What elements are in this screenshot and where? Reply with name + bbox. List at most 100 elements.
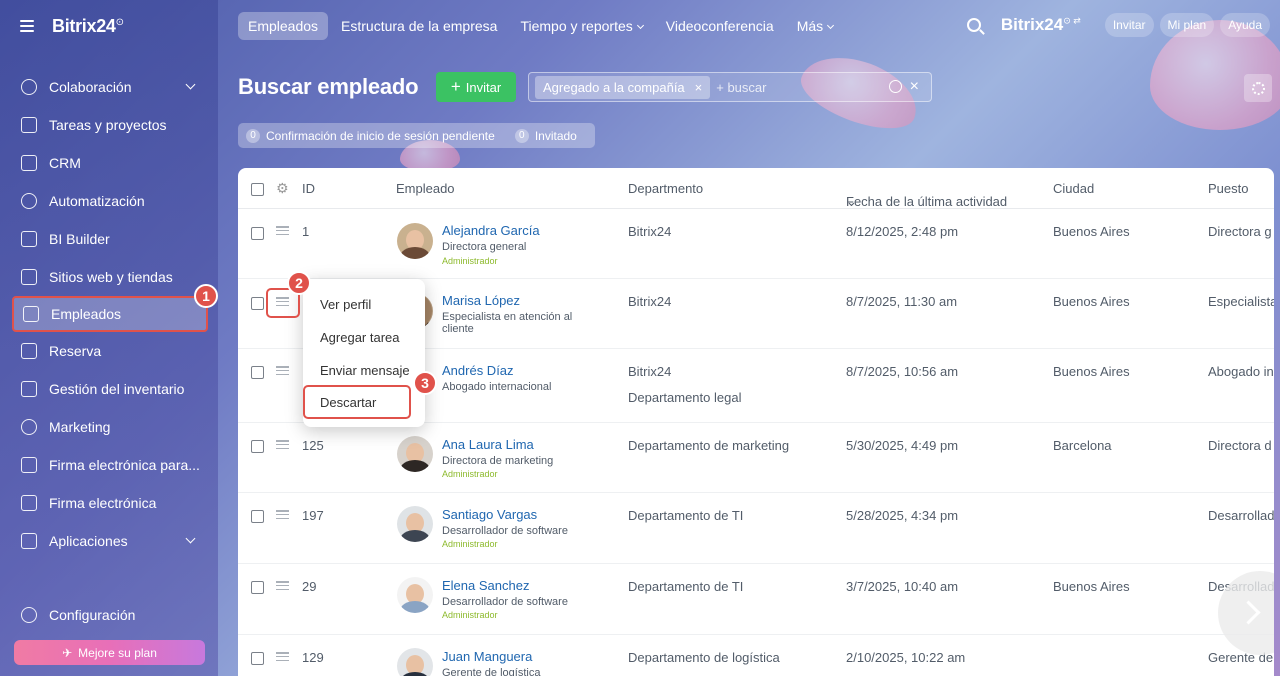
tab-tiempo-reportes[interactable]: Tiempo y reportes bbox=[510, 12, 652, 40]
sidebar-item-sitios[interactable]: Sitios web y tiendas bbox=[0, 258, 218, 296]
table-row[interactable]: 1 Alejandra García Directora general Adm… bbox=[238, 209, 1274, 279]
row-checkbox[interactable] bbox=[251, 227, 264, 240]
close-icon[interactable]: × bbox=[695, 80, 703, 95]
menu-icon[interactable] bbox=[20, 20, 34, 32]
row-checkbox[interactable] bbox=[251, 510, 264, 523]
upgrade-plan-button[interactable]: ✈ Mejore su plan bbox=[14, 640, 205, 665]
help-button[interactable]: Ayuda bbox=[1220, 13, 1270, 37]
sidebar-item-empleados[interactable]: Empleados bbox=[12, 296, 208, 332]
select-all-checkbox[interactable] bbox=[251, 183, 264, 196]
chevron-down-icon bbox=[185, 79, 196, 90]
menu-item-ver-perfil[interactable]: Ver perfil bbox=[320, 297, 371, 312]
checkbox-icon bbox=[21, 117, 37, 133]
row-checkbox[interactable] bbox=[251, 652, 264, 665]
cube-icon bbox=[21, 533, 37, 549]
counter-pending[interactable]: 0 bbox=[246, 128, 260, 143]
my-plan-button[interactable]: Mi plan bbox=[1159, 13, 1215, 37]
top-right-controls: Bitrix24⊙ ⇄ Invitar Mi plan Ayuda bbox=[966, 13, 1270, 37]
sidebar-item-marketing[interactable]: Marketing bbox=[0, 408, 218, 446]
warehouse-icon bbox=[21, 381, 37, 397]
menu-item-enviar-mensaje[interactable]: Enviar mensaje bbox=[320, 363, 410, 378]
sidebar-item-configuracion[interactable]: Configuración bbox=[0, 596, 218, 634]
brand-logo[interactable]: Bitrix24⊙ bbox=[52, 16, 124, 37]
sidebar-item-firma[interactable]: Firma electrónica bbox=[0, 484, 218, 522]
invite-top-button[interactable]: Invitar bbox=[1104, 13, 1154, 37]
clear-icon[interactable]: × bbox=[910, 79, 919, 95]
employee-name[interactable]: Andrés Díaz bbox=[442, 363, 514, 378]
tab-mas[interactable]: Más bbox=[787, 12, 843, 40]
sidebar-item-bi-builder[interactable]: BI Builder bbox=[0, 220, 218, 258]
employee-name[interactable]: Santiago Vargas bbox=[442, 507, 537, 522]
step-marker-3: 3 bbox=[413, 371, 437, 395]
row-menu-icon[interactable] bbox=[276, 440, 289, 449]
sidebar-item-reserva[interactable]: Reserva bbox=[0, 332, 218, 370]
search-input[interactable]: + buscar bbox=[716, 80, 766, 95]
employee-name[interactable]: Elena Sanchez bbox=[442, 578, 529, 593]
search-icon[interactable] bbox=[966, 18, 981, 32]
col-city[interactable]: Ciudad bbox=[1053, 181, 1094, 196]
sidebar-menu: Colaboración Tareas y proyectos CRM Auto… bbox=[0, 68, 218, 560]
chevron-down-icon bbox=[636, 21, 644, 30]
settings-button[interactable] bbox=[1244, 74, 1272, 102]
employee-name[interactable]: Alejandra García bbox=[442, 223, 540, 238]
avatar[interactable] bbox=[397, 223, 433, 259]
tab-empleados[interactable]: Empleados bbox=[238, 12, 329, 40]
col-employee[interactable]: Empleado bbox=[396, 181, 455, 196]
invite-button[interactable]: + Invitar bbox=[436, 72, 516, 102]
filter-search[interactable]: Agregado a la compañía × + buscar × bbox=[528, 72, 932, 102]
calendar-icon bbox=[21, 343, 37, 359]
sidebar-item-crm[interactable]: CRM bbox=[0, 144, 218, 182]
filter-chip[interactable]: Agregado a la compañía × bbox=[535, 75, 711, 99]
menu-item-agregar-tarea[interactable]: Agregar tarea bbox=[320, 330, 400, 345]
row-menu-icon[interactable] bbox=[276, 581, 289, 590]
table-row[interactable]: 125 Ana Laura Lima Directora de marketin… bbox=[238, 423, 1274, 493]
plus-icon: + bbox=[450, 77, 461, 96]
tab-estructura[interactable]: Estructura de la empresa bbox=[331, 12, 507, 40]
brand-logo-top[interactable]: Bitrix24⊙ ⇄ bbox=[1001, 15, 1081, 35]
employee-name[interactable]: Marisa López bbox=[442, 293, 520, 308]
counters-bar: 0 Confirmación de inicio de sesión pendi… bbox=[238, 123, 595, 148]
row-checkbox[interactable] bbox=[251, 366, 264, 379]
gear-icon bbox=[21, 607, 37, 623]
sidebar-item-inventario[interactable]: Gestión del inventario bbox=[0, 370, 218, 408]
crm-icon bbox=[21, 155, 37, 171]
sidebar-item-tareas[interactable]: Tareas y proyectos bbox=[0, 106, 218, 144]
robot-icon bbox=[21, 193, 37, 209]
avatar[interactable] bbox=[397, 577, 433, 613]
grid-header: ⚙ ID Empleado Departmento Fecha de la úl… bbox=[238, 168, 1274, 209]
row-menu-icon[interactable] bbox=[276, 510, 289, 519]
sidebar-item-aplicaciones[interactable]: Aplicaciones bbox=[0, 522, 218, 560]
row-checkbox[interactable] bbox=[251, 581, 264, 594]
highlight-descartar bbox=[303, 385, 411, 419]
table-row[interactable]: 129 Juan Manguera Gerente de logística D… bbox=[238, 635, 1274, 676]
chart-icon bbox=[21, 231, 37, 247]
table-row[interactable]: 197 Santiago Vargas Desarrollador de sof… bbox=[238, 493, 1274, 564]
col-position[interactable]: Puesto bbox=[1208, 181, 1248, 196]
counter-invited[interactable]: 0 bbox=[514, 128, 529, 143]
sidebar-item-automatizacion[interactable]: Automatización bbox=[0, 182, 218, 220]
gear-icon bbox=[1251, 81, 1265, 95]
row-checkbox[interactable] bbox=[251, 440, 264, 453]
table-row[interactable]: 29 Elena Sanchez Desarrollador de softwa… bbox=[238, 564, 1274, 635]
employee-name[interactable]: Juan Manguera bbox=[442, 649, 532, 664]
employee-name[interactable]: Ana Laura Lima bbox=[442, 437, 534, 452]
sidebar-item-firma-para[interactable]: Firma electrónica para... bbox=[0, 446, 218, 484]
chevron-down-icon bbox=[827, 21, 835, 30]
document-sign-icon bbox=[21, 457, 37, 473]
row-menu-icon[interactable] bbox=[276, 366, 289, 375]
avatar[interactable] bbox=[397, 436, 433, 472]
avatar[interactable] bbox=[397, 648, 433, 676]
step-marker-2: 2 bbox=[287, 271, 311, 295]
grid-settings-icon[interactable]: ⚙ bbox=[276, 180, 289, 197]
sort-chevron-icon: ⌄ bbox=[846, 194, 857, 209]
row-menu-icon[interactable] bbox=[276, 226, 289, 235]
tab-videoconferencia[interactable]: Videoconferencia bbox=[656, 12, 784, 40]
row-menu-icon[interactable] bbox=[276, 652, 289, 661]
search-icon[interactable] bbox=[888, 80, 902, 93]
col-department[interactable]: Departmento bbox=[628, 181, 703, 196]
row-checkbox[interactable] bbox=[251, 297, 264, 310]
col-id[interactable]: ID bbox=[302, 181, 315, 196]
cart-icon bbox=[21, 269, 37, 285]
avatar[interactable] bbox=[397, 506, 433, 542]
sidebar-item-colaboracion[interactable]: Colaboración bbox=[0, 68, 218, 106]
